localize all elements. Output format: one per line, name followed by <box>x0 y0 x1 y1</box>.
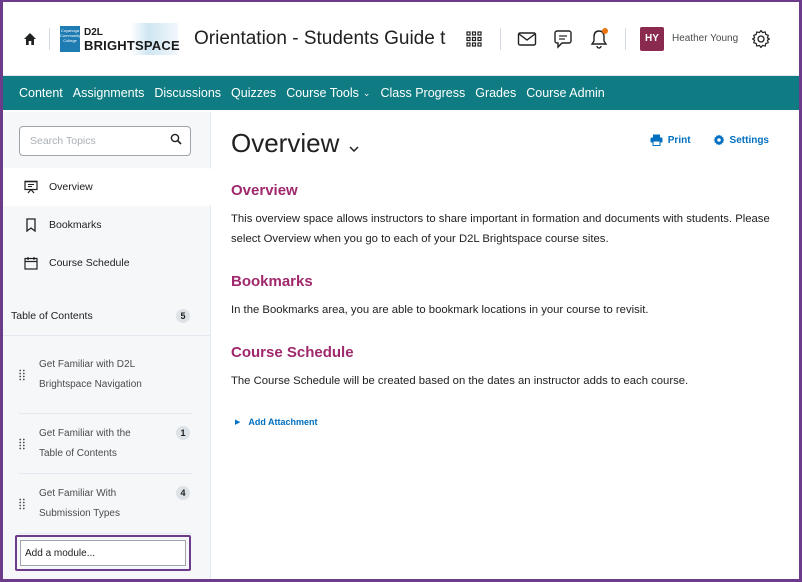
gear-icon <box>713 134 725 146</box>
search-icon[interactable] <box>170 132 182 150</box>
logo-brightspace: BRIGHTSPACE <box>84 37 180 53</box>
nav-label: Content <box>19 86 63 100</box>
section-heading-course-schedule: Course Schedule <box>231 344 354 361</box>
module-item[interactable]: Get Familiar with D2L Brightspace Naviga… <box>19 336 192 414</box>
sidebar-item-label: Course Schedule <box>49 257 130 269</box>
divider <box>500 27 501 50</box>
section-text-course-schedule: The Course Schedule will be created base… <box>231 375 689 387</box>
nav-grades[interactable]: Grades <box>475 86 516 100</box>
nav-content[interactable]: Content <box>19 86 63 100</box>
sidebar-item-overview[interactable]: Overview <box>3 168 221 206</box>
notification-dot <box>602 27 608 34</box>
nav-label: Course Admin <box>526 86 605 100</box>
module-label: Get Familiar with the Table of Contents <box>39 427 131 459</box>
nav-assignments[interactable]: Assignments <box>73 86 145 100</box>
home-icon[interactable] <box>19 28 41 50</box>
module-item[interactable]: Get Familiar with the Table of Contents … <box>19 414 192 474</box>
section-text-bookmarks: In the Bookmarks area, you are able to b… <box>231 304 649 316</box>
section-heading-bookmarks: Bookmarks <box>231 273 313 290</box>
add-module-input[interactable]: Add a module... <box>20 540 186 566</box>
sidebar-item-course-schedule[interactable]: Course Schedule <box>3 244 210 282</box>
nav-label: Class Progress <box>380 86 466 100</box>
nav-label: Grades <box>475 86 517 100</box>
bell-icon[interactable] <box>581 21 617 57</box>
main-content: Overview Print Settings Overview This ov… <box>211 112 799 579</box>
sidebar-item-label: Bookmarks <box>49 219 102 231</box>
chevron-down-icon[interactable] <box>349 141 359 155</box>
nav-label: Course Tools <box>286 86 359 100</box>
sidebar-item-label: Overview <box>49 181 93 193</box>
page-frame: Cuyahoga Community College D2L BRIGHTSPA… <box>0 0 802 582</box>
logo-d2l: D2L <box>84 26 103 38</box>
module-count-badge: 1 <box>176 426 190 440</box>
brightspace-logo[interactable]: Cuyahoga Community College D2L BRIGHTSPA… <box>60 22 180 55</box>
nav-label: Discussions <box>154 86 222 100</box>
page-title-text: Overview <box>231 128 340 158</box>
nav-course-admin[interactable]: Course Admin <box>526 86 605 100</box>
table-of-contents-header[interactable]: Table of Contents 5 <box>3 296 210 336</box>
calendar-icon <box>23 255 39 271</box>
search-placeholder: Search Topics <box>30 135 96 147</box>
chat-icon[interactable] <box>545 21 581 57</box>
module-count-badge: 4 <box>176 486 190 500</box>
divider <box>49 27 50 50</box>
sidebar: Search Topics Overview Bookmarks Course … <box>3 112 221 579</box>
logo-text: D2L BRIGHTSPACE <box>84 26 180 52</box>
drag-handle-icon[interactable] <box>19 369 27 381</box>
nav-course-tools[interactable]: Course Tools ⌄ <box>286 86 370 100</box>
presentation-icon <box>23 179 39 195</box>
avatar: HY <box>640 26 664 51</box>
add-module-highlight: Add a module... <box>15 535 191 571</box>
print-label: Print <box>667 134 691 146</box>
module-label: Get Familiar with D2L Brightspace Naviga… <box>39 358 142 390</box>
drag-handle-icon[interactable] <box>19 498 27 510</box>
nav-class-progress[interactable]: Class Progress <box>380 86 465 100</box>
nav-quizzes[interactable]: Quizzes <box>231 86 276 100</box>
college-seal: Cuyahoga Community College <box>60 25 80 52</box>
search-input[interactable]: Search Topics <box>19 126 191 156</box>
mail-icon[interactable] <box>509 21 545 57</box>
add-attachment-link[interactable]: ▶ Add Attachment <box>235 417 799 427</box>
toc-label: Table of Contents <box>11 309 93 322</box>
nav-discussions[interactable]: Discussions <box>154 86 221 100</box>
course-title[interactable]: Orientation - Students Guide to ... <box>194 28 446 50</box>
toc-count-badge: 5 <box>176 308 190 323</box>
printer-icon <box>650 134 663 146</box>
top-header: Cuyahoga Community College D2L BRIGHTSPA… <box>3 2 799 76</box>
divider <box>625 27 626 50</box>
module-item[interactable]: Get Familiar With Submission Types 4 <box>19 474 192 534</box>
user-menu[interactable]: HY Heather Young <box>640 26 739 51</box>
nav-label: Quizzes <box>231 86 277 100</box>
print-button[interactable]: Print <box>650 134 691 146</box>
content-area: Search Topics Overview Bookmarks Course … <box>3 112 799 579</box>
module-label: Get Familiar With Submission Types <box>39 487 120 519</box>
add-attachment-label: Add Attachment <box>248 417 318 427</box>
apps-grid-icon[interactable] <box>456 21 492 57</box>
gear-icon[interactable] <box>748 26 774 52</box>
header-icons: HY Heather Young <box>456 21 774 57</box>
settings-label: Settings <box>729 134 769 146</box>
section-text-overview: This overview space allows instructors t… <box>231 213 770 245</box>
page-actions: Print Settings <box>628 134 769 146</box>
course-navbar: Content Assignments Discussions Quizzes … <box>3 76 799 110</box>
drag-handle-icon[interactable] <box>19 438 27 450</box>
nav-label: Assignments <box>72 86 145 100</box>
section-heading-overview: Overview <box>231 182 298 199</box>
settings-button[interactable]: Settings <box>713 134 769 146</box>
caret-right-icon: ▶ <box>235 419 241 426</box>
user-name: Heather Young <box>672 33 739 44</box>
chevron-down-icon: ⌄ <box>362 87 371 98</box>
sidebar-item-bookmarks[interactable]: Bookmarks <box>3 206 210 244</box>
bookmark-icon <box>23 217 39 233</box>
